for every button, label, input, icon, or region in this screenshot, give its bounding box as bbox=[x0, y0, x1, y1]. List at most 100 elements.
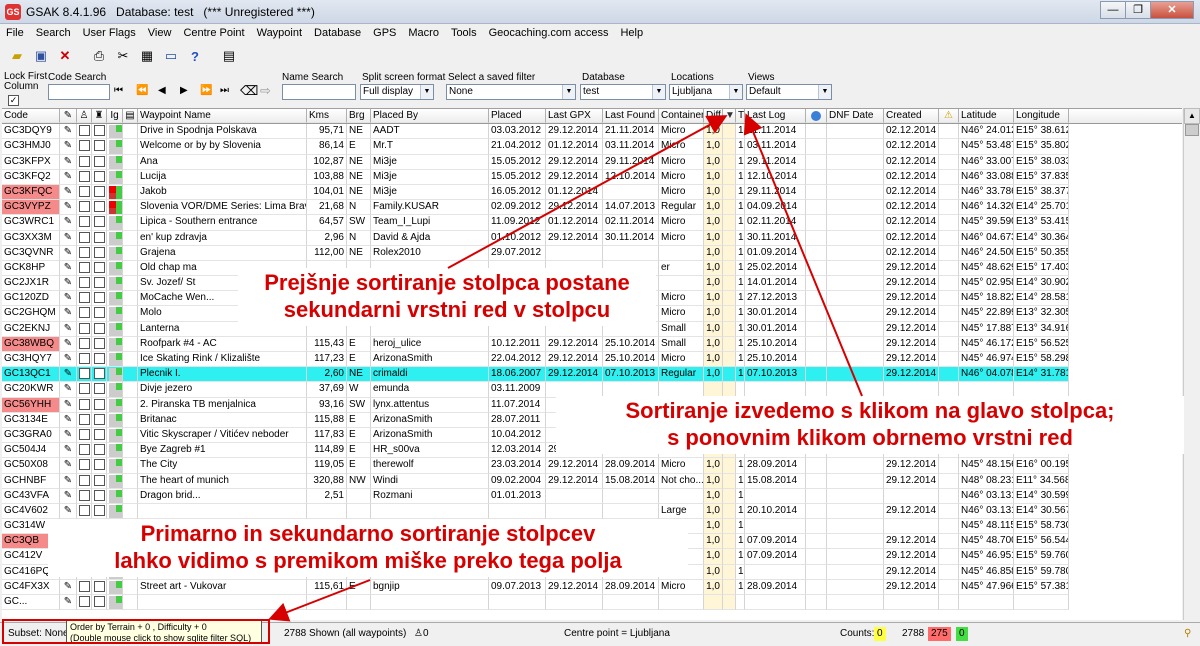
col-hiker-icon[interactable]: ♜ bbox=[92, 109, 107, 124]
row-checkbox[interactable] bbox=[92, 367, 107, 383]
help-icon[interactable]: ? bbox=[184, 46, 206, 66]
row-checkbox[interactable] bbox=[77, 443, 92, 459]
row-checkbox[interactable] bbox=[92, 306, 107, 322]
menu-search[interactable]: Search bbox=[36, 27, 71, 39]
lock-first-column-checkbox[interactable]: ✓ bbox=[8, 94, 19, 106]
col-diff[interactable]: Diff bbox=[704, 109, 723, 124]
table-row[interactable]: GC3KFQ2 ✎ Lucija 103,88 NE Mi3je 15.05.2012 29.… bbox=[2, 169, 1182, 185]
nav-first-button[interactable]: ⏮ bbox=[114, 85, 123, 96]
col-warning-icon[interactable]: ⚠ bbox=[939, 109, 959, 124]
gps-icon[interactable]: ▤ bbox=[218, 46, 240, 66]
row-checkbox[interactable] bbox=[77, 321, 92, 337]
menu-database[interactable]: Database bbox=[314, 27, 361, 39]
database-select[interactable]: test ▼ bbox=[580, 84, 666, 100]
views-select[interactable]: Default ▼ bbox=[746, 84, 832, 100]
row-checkbox[interactable] bbox=[92, 260, 107, 277]
table-row[interactable]: GC3VYPZ ✎ Slovenia VOR/DME Series: Lima Br… bbox=[2, 200, 1182, 216]
menu-tools[interactable]: Tools bbox=[451, 27, 477, 39]
row-checkbox[interactable] bbox=[77, 473, 92, 489]
window-icon[interactable]: ▭ bbox=[160, 46, 182, 66]
grid-icon[interactable]: ▦ bbox=[136, 46, 158, 66]
row-checkbox[interactable] bbox=[77, 412, 92, 428]
col-note-icon[interactable]: ▤ bbox=[123, 109, 138, 124]
row-checkbox[interactable] bbox=[77, 184, 92, 201]
tag-icon[interactable]: ⇨ bbox=[260, 83, 271, 99]
vertical-scrollbar[interactable]: ▲ bbox=[1183, 108, 1200, 620]
row-checkbox[interactable] bbox=[77, 458, 92, 474]
row-checkbox[interactable] bbox=[77, 260, 92, 277]
menu-view[interactable]: View bbox=[148, 27, 172, 39]
row-checkbox[interactable] bbox=[92, 291, 107, 307]
row-checkbox[interactable] bbox=[92, 215, 107, 231]
split-screen-select[interactable]: Full display ▼ bbox=[360, 84, 434, 100]
scroll-up-icon[interactable]: ▲ bbox=[1184, 108, 1200, 124]
row-checkbox[interactable] bbox=[92, 184, 107, 201]
locations-select[interactable]: Ljubljana ▼ bbox=[669, 84, 743, 100]
col-dnf-date[interactable]: DNF Date bbox=[827, 109, 884, 124]
table-row[interactable]: GC13QC1 ✎ Plecnik I. 2,60 NE crimaldi 18.06.20… bbox=[2, 367, 1182, 383]
table-row[interactable]: GC3HMJ0 ✎ Welcome or by by Slovenia 86,14 E M… bbox=[2, 139, 1182, 155]
col-person-icon[interactable]: ♙ bbox=[77, 109, 92, 124]
row-checkbox[interactable] bbox=[77, 367, 92, 383]
row-checkbox[interactable] bbox=[92, 473, 107, 489]
row-checkbox[interactable] bbox=[92, 595, 107, 611]
col-last-gpx[interactable]: Last GPX bbox=[546, 109, 603, 124]
col-code[interactable]: Code bbox=[2, 109, 60, 124]
col-placed-by[interactable]: Placed By bbox=[371, 109, 489, 124]
tools-icon[interactable]: ✂ bbox=[112, 46, 134, 66]
table-row[interactable]: GC43VFA ✎ Dragon brid... 2,51 Rozmani 01.01.2… bbox=[2, 488, 1182, 504]
menu-help[interactable]: Help bbox=[620, 27, 643, 39]
nav-next-page-button[interactable]: ⏩ bbox=[200, 85, 212, 96]
row-checkbox[interactable] bbox=[77, 503, 92, 520]
col-kms[interactable]: Kms bbox=[307, 109, 347, 124]
row-checkbox[interactable] bbox=[77, 139, 92, 155]
row-checkbox[interactable] bbox=[77, 154, 92, 170]
menu-geocaching[interactable]: Geocaching.com access bbox=[489, 27, 609, 39]
open-folder-icon[interactable]: ▰ bbox=[6, 46, 28, 66]
nav-prev-page-button[interactable]: ⏪ bbox=[136, 85, 148, 96]
row-checkbox[interactable] bbox=[77, 579, 92, 595]
row-checkbox[interactable] bbox=[77, 200, 92, 216]
row-checkbox[interactable] bbox=[77, 169, 92, 185]
table-row[interactable]: GC3WRC1 ✎ Lipica - Southern entrance 64,57 S… bbox=[2, 215, 1182, 231]
row-checkbox[interactable] bbox=[77, 291, 92, 307]
col-brg[interactable]: Brg bbox=[347, 109, 371, 124]
row-checkbox[interactable] bbox=[92, 321, 107, 337]
row-checkbox[interactable] bbox=[92, 503, 107, 520]
row-checkbox[interactable] bbox=[92, 124, 107, 140]
delete-icon[interactable]: ✕ bbox=[54, 46, 76, 66]
table-row[interactable]: GC38WBQ ✎ Roofpark #4 - AC 115,43 Eheroj_uli… bbox=[2, 336, 1182, 352]
col-last-log[interactable]: Last Log bbox=[745, 109, 806, 124]
table-row[interactable]: GC3QVNR ✎ Grajena 112,00 NE Rolex2010 29.07.20… bbox=[2, 245, 1182, 261]
row-checkbox[interactable] bbox=[92, 412, 107, 428]
row-checkbox[interactable] bbox=[92, 154, 107, 170]
eraser-icon[interactable]: ⌫ bbox=[240, 83, 258, 99]
table-row[interactable]: GC... ✎ bbox=[2, 595, 1182, 611]
row-checkbox[interactable] bbox=[92, 245, 107, 261]
row-checkbox[interactable] bbox=[92, 427, 107, 444]
col-last-found[interactable]: Last Found bbox=[603, 109, 659, 124]
row-checkbox[interactable] bbox=[92, 443, 107, 459]
row-checkbox[interactable] bbox=[77, 215, 92, 231]
row-checkbox[interactable] bbox=[92, 169, 107, 185]
row-checkbox[interactable] bbox=[77, 427, 92, 444]
menu-waypoint[interactable]: Waypoint bbox=[257, 27, 302, 39]
row-checkbox[interactable] bbox=[77, 306, 92, 322]
row-checkbox[interactable] bbox=[92, 382, 107, 398]
save-icon[interactable]: ▣ bbox=[30, 46, 52, 66]
nav-next-button[interactable]: ▶ bbox=[180, 85, 188, 96]
print-icon[interactable]: ⎙ bbox=[88, 46, 110, 66]
table-row[interactable]: GC4FX3X ✎ Street art - Vukovar 115,61 Ebgnji… bbox=[2, 579, 1182, 595]
col-waypoint-name[interactable]: Waypoint Name bbox=[138, 109, 307, 124]
resize-grip-icon[interactable]: ⚲ bbox=[1184, 628, 1191, 639]
col-dnf-icon[interactable] bbox=[806, 109, 827, 124]
name-search-input[interactable] bbox=[282, 84, 356, 100]
close-button[interactable]: ✕ bbox=[1150, 1, 1194, 19]
row-checkbox[interactable] bbox=[92, 200, 107, 216]
menu-file[interactable]: File bbox=[6, 27, 24, 39]
row-checkbox[interactable] bbox=[77, 397, 92, 413]
saved-filter-select[interactable]: None ▼ bbox=[446, 84, 576, 100]
table-row[interactable]: GCHNBF ✎ The heart of munich 320,88 NW Windi 0… bbox=[2, 473, 1182, 489]
menu-user-flags[interactable]: User Flags bbox=[83, 27, 136, 39]
col-ig[interactable]: Ig bbox=[107, 109, 123, 124]
